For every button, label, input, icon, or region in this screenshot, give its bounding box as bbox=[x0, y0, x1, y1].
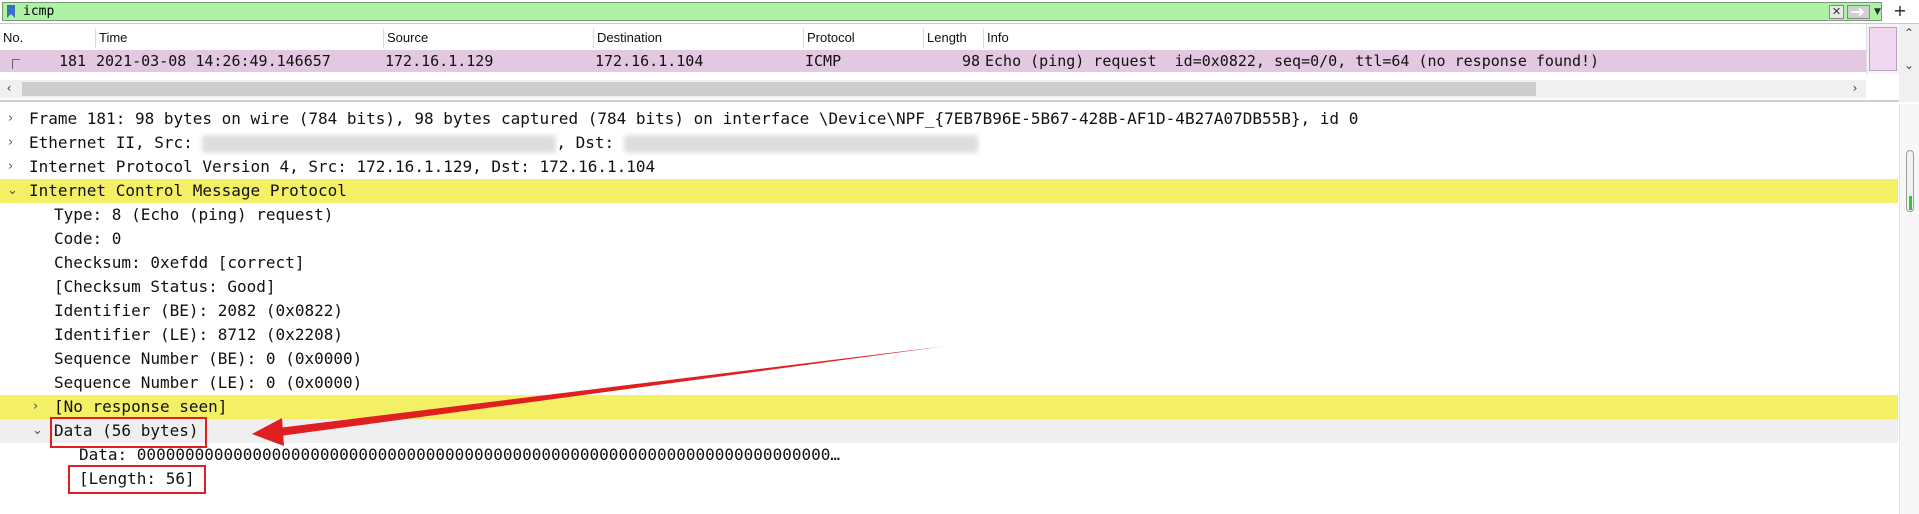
tree-item-label: Identifier (LE): 8712 (0x2208) bbox=[54, 325, 343, 344]
tree-item-label: Frame 181: 98 bytes on wire (784 bits), … bbox=[29, 109, 1359, 128]
packet-list-horizontal-scrollbar[interactable]: ‹ › bbox=[0, 80, 1866, 98]
chevron-down-icon[interactable]: ▼ bbox=[1872, 5, 1883, 19]
chevron-right-icon[interactable]: › bbox=[8, 131, 22, 155]
tree-item-sequence-be[interactable]: Sequence Number (BE): 0 (0x0000) bbox=[0, 347, 1898, 371]
tree-item-label: Checksum: 0xefdd [correct] bbox=[54, 253, 305, 272]
packet-row[interactable]: 181 2021-03-08 14:26:49.146657 172.16.1.… bbox=[0, 50, 1866, 72]
column-header-destination[interactable]: Destination bbox=[594, 28, 804, 48]
redacted-mac-destination bbox=[623, 134, 978, 153]
packet-length: 98 bbox=[962, 52, 981, 70]
tree-item-label: Code: 0 bbox=[54, 229, 122, 248]
bookmark-icon[interactable] bbox=[6, 5, 16, 19]
chevron-right-icon[interactable]: › bbox=[8, 107, 22, 131]
packet-time: 2021-03-08 14:26:49.146657 bbox=[96, 52, 331, 70]
scroll-down-icon[interactable]: ⌄ bbox=[1902, 58, 1916, 72]
annotation-box-data bbox=[50, 417, 207, 448]
packet-marker-icon bbox=[12, 59, 20, 69]
clear-filter-icon[interactable]: ✕ bbox=[1829, 5, 1844, 19]
tree-item-code[interactable]: Code: 0 bbox=[0, 227, 1898, 251]
tree-item-label: Sequence Number (LE): 0 (0x0000) bbox=[54, 373, 363, 392]
add-filter-button-icon[interactable]: + bbox=[1890, 0, 1910, 22]
tree-item-identifier-be[interactable]: Identifier (BE): 2082 (0x0822) bbox=[0, 299, 1898, 323]
packet-source: 172.16.1.129 bbox=[385, 52, 494, 70]
column-header-time[interactable]: Time bbox=[96, 28, 384, 48]
minimap-selection bbox=[1869, 27, 1897, 71]
tree-item-data-value[interactable]: Data: 0000000000000000000000000000000000… bbox=[0, 443, 1898, 467]
annotation-box-length bbox=[68, 465, 206, 494]
chevron-right-icon[interactable]: › bbox=[33, 395, 47, 419]
packet-list: No. Time Source Destination Protocol Len… bbox=[0, 24, 1919, 102]
packet-destination: 172.16.1.104 bbox=[595, 52, 704, 70]
scroll-up-icon[interactable]: ⌃ bbox=[1902, 26, 1916, 40]
tree-item-label: Identifier (BE): 2082 (0x0822) bbox=[54, 301, 343, 320]
packet-list-vertical-scrollbar[interactable]: ⌃ ⌄ bbox=[1899, 24, 1919, 102]
tree-item-checksum[interactable]: Checksum: 0xefdd [correct] bbox=[0, 251, 1898, 275]
tree-item-label: [Checksum Status: Good] bbox=[54, 277, 276, 296]
packet-protocol: ICMP bbox=[805, 52, 842, 70]
column-header-source[interactable]: Source bbox=[384, 28, 594, 48]
tree-item-label: Ethernet II, Src: , Dst: bbox=[29, 131, 978, 155]
packet-no: 181 bbox=[59, 52, 87, 70]
tree-item-sequence-le[interactable]: Sequence Number (LE): 0 (0x0000) bbox=[0, 371, 1898, 395]
tree-item-label: Type: 8 (Echo (ping) request) bbox=[54, 205, 334, 224]
horizontal-scroll-thumb[interactable] bbox=[22, 82, 1536, 96]
chevron-down-icon[interactable]: ⌄ bbox=[32, 419, 46, 443]
tree-item-icmp[interactable]: ⌄ Internet Control Message Protocol bbox=[0, 179, 1898, 203]
tree-item-checksum-status[interactable]: [Checksum Status: Good] bbox=[0, 275, 1898, 299]
display-filter-toolbar: icmp ✕ ▼ + bbox=[0, 0, 1919, 24]
column-header-length[interactable]: Length bbox=[924, 28, 984, 48]
tree-item-label: Sequence Number (BE): 0 (0x0000) bbox=[54, 349, 363, 368]
tree-item-ipv4[interactable]: › Internet Protocol Version 4, Src: 172.… bbox=[0, 155, 1898, 179]
packet-minimap[interactable] bbox=[1866, 24, 1899, 74]
apply-filter-icon[interactable] bbox=[1847, 5, 1870, 19]
tree-item-no-response[interactable]: › [No response seen] bbox=[0, 395, 1898, 419]
ethernet-src-label: Ethernet II, Src: bbox=[29, 133, 203, 152]
tree-item-label: [No response seen] bbox=[54, 397, 228, 416]
details-vertical-scrollbar[interactable] bbox=[1899, 104, 1919, 514]
column-header-no[interactable]: No. bbox=[0, 28, 96, 48]
scroll-right-icon[interactable]: › bbox=[1848, 81, 1862, 95]
tree-item-type[interactable]: Type: 8 (Echo (ping) request) bbox=[0, 203, 1898, 227]
column-header-protocol[interactable]: Protocol bbox=[804, 28, 924, 48]
chevron-right-icon[interactable]: › bbox=[8, 155, 22, 179]
ethernet-dst-label: , Dst: bbox=[556, 133, 624, 152]
chevron-down-icon[interactable]: ⌄ bbox=[7, 179, 21, 203]
display-filter-field[interactable]: icmp ✕ ▼ bbox=[2, 2, 1882, 21]
column-header-info[interactable]: Info bbox=[984, 28, 1866, 48]
tree-item-label: Internet Control Message Protocol bbox=[29, 181, 347, 200]
tree-item-data[interactable]: ⌄ Data (56 bytes) bbox=[0, 419, 1898, 443]
tree-item-ethernet[interactable]: › Ethernet II, Src: , Dst: bbox=[0, 131, 1898, 155]
tree-item-label: Internet Protocol Version 4, Src: 172.16… bbox=[29, 157, 656, 176]
packet-details-tree: › Frame 181: 98 bytes on wire (784 bits)… bbox=[0, 104, 1919, 514]
redacted-mac-source bbox=[202, 134, 557, 153]
packet-info: Echo (ping) request id=0x0822, seq=0/0, … bbox=[985, 52, 1600, 70]
display-filter-input[interactable]: icmp bbox=[23, 3, 54, 20]
tree-item-data-length[interactable]: [Length: 56] bbox=[0, 467, 1898, 491]
tree-item-frame[interactable]: › Frame 181: 98 bytes on wire (784 bits)… bbox=[0, 107, 1898, 131]
scroll-left-icon[interactable]: ‹ bbox=[2, 81, 16, 95]
tree-item-identifier-le[interactable]: Identifier (LE): 8712 (0x2208) bbox=[0, 323, 1898, 347]
scroll-position-mark bbox=[1909, 196, 1912, 210]
